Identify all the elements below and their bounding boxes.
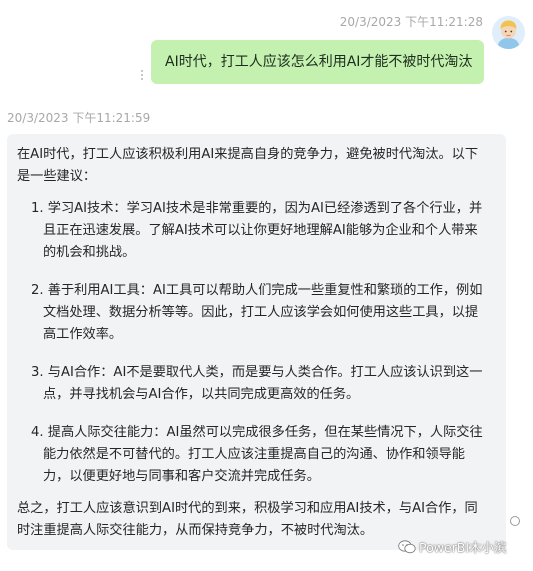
bot-message-bubble[interactable]: 在AI时代，打工人应该积极利用AI来提高自身的竞争力，避免被时代淘汰。以下是一些… (7, 134, 506, 550)
bot-message-outro: 总之，打工人应该意识到AI时代的到来，积极学习和应用AI技术，与AI合作，同时注… (17, 501, 478, 538)
list-item: 4. 提高人际交往能力：AI虽然可以完成很多任务，但在某些情况下，人际交往能力依… (31, 425, 483, 484)
user-message-timestamp: 20/3/2023 下午11:21:28 (339, 15, 483, 29)
bot-message-timestamp: 20/3/2023 下午11:21:59 (7, 111, 151, 125)
loading-icon (510, 516, 520, 526)
watermark-text: PowerBI木小滨 (419, 540, 507, 555)
watermark: PowerBI木小滨 (398, 537, 507, 556)
wechat-icon (398, 539, 416, 553)
bot-message-intro: 在AI时代，打工人应该积极利用AI来提高自身的竞争力，避免被时代淘汰。以下是一些… (17, 147, 479, 184)
list-item: 3. 与AI合作：AI不是要取代人类，而是要与人类合作。打工人应该认识到这一点，… (31, 365, 483, 402)
message-options-icon[interactable] (139, 70, 145, 84)
list-item: 2. 善于利用AI工具：AI工具可以帮助人们完成一些重复性和繁琐的工作，例如文档… (31, 283, 483, 342)
list-item: 1. 学习AI技术：学习AI技术是非常重要的，因为AI已经渗透到了各个行业，并且… (31, 201, 483, 260)
user-message-bubble[interactable]: AI时代，打工人应该怎么利用AI才能不被时代淘汰 (151, 40, 484, 84)
user-avatar-icon[interactable] (492, 16, 525, 49)
suggestion-list: 1. 学习AI技术：学习AI技术是非常重要的，因为AI已经渗透到了各个行业，并且… (17, 198, 488, 488)
user-message-text: AI时代，打工人应该怎么利用AI才能不被时代淘汰 (165, 54, 473, 70)
